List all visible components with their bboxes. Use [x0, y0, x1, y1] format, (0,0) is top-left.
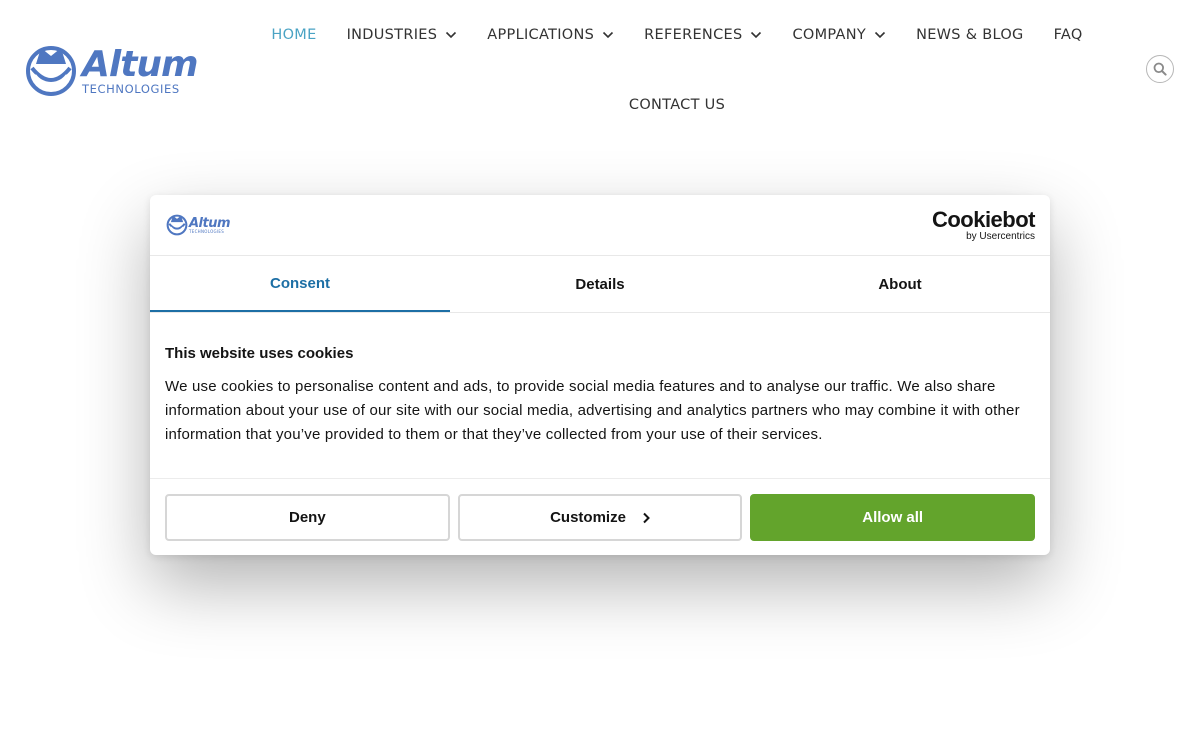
chevron-down-icon [603, 31, 614, 39]
nav-item-label: CONTACT US [628, 97, 726, 113]
cookiebot-byline: by Usercentrics [966, 231, 1035, 242]
customize-button-label: Customize [550, 509, 626, 526]
tab-about[interactable]: About [750, 256, 1050, 312]
nav-item-contact-us[interactable]: CONTACT US [614, 97, 740, 113]
altum-logo-icon [26, 46, 76, 96]
chevron-down-icon [446, 31, 457, 39]
cookiebot-logo[interactable]: Cookiebot by Usercentrics [931, 207, 1036, 242]
nav-item-label: APPLICATIONS [487, 27, 595, 43]
nav-item-label: REFERENCES [644, 27, 743, 43]
site-logo[interactable]: Altum TECHNOLOGIES [24, 42, 204, 100]
main-navigation: HOME INDUSTRIES APPLICATIONS REFERENCES … [242, 0, 1112, 140]
tab-consent[interactable]: Consent [150, 256, 450, 312]
nav-row-2: CONTACT US [242, 70, 1112, 140]
nav-item-label: HOME [271, 27, 317, 43]
allow-all-button-label: Allow all [862, 509, 924, 526]
nav-item-label: NEWS & BLOG [916, 27, 1024, 43]
dialog-title: This website uses cookies [165, 345, 354, 362]
dialog-body: This website uses cookies We use cookies… [150, 313, 1050, 446]
nav-item-references[interactable]: REFERENCES [629, 27, 777, 43]
chevron-down-icon [751, 31, 762, 39]
tab-details[interactable]: Details [450, 256, 750, 312]
dialog-site-logo: Altum TECHNOLOGIES [166, 214, 231, 236]
search-icon [1153, 62, 1167, 76]
search-button[interactable] [1146, 55, 1174, 83]
nav-item-home[interactable]: HOME [256, 27, 331, 43]
dialog-footer: Deny Customize Allow all [150, 478, 1050, 555]
nav-item-label: FAQ [1053, 27, 1083, 43]
deny-button[interactable]: Deny [165, 494, 450, 541]
nav-row-1: HOME INDUSTRIES APPLICATIONS REFERENCES … [242, 0, 1112, 70]
cookie-consent-dialog: Altum TECHNOLOGIES Cookiebot by Usercent… [150, 195, 1050, 555]
logo-wordmark: Altum [82, 43, 199, 85]
cookiebot-wordmark: Cookiebot [931, 207, 1036, 232]
allow-all-button[interactable]: Allow all [750, 494, 1036, 541]
dialog-logo-wordmark: Altum [189, 215, 231, 231]
logo-subtitle: TECHNOLOGIES [82, 81, 180, 96]
chevron-down-icon [874, 31, 886, 39]
dialog-header: Altum TECHNOLOGIES Cookiebot by Usercent… [150, 195, 1050, 256]
altum-logo-icon [166, 214, 188, 236]
nav-item-label: COMPANY [792, 27, 867, 43]
nav-item-applications[interactable]: APPLICATIONS [472, 27, 629, 43]
nav-item-label: INDUSTRIES [346, 27, 438, 43]
chevron-right-icon [643, 512, 650, 523]
nav-item-company[interactable]: COMPANY [777, 27, 901, 43]
dialog-description: We use cookies to personalise content an… [165, 378, 1020, 443]
deny-button-label: Deny [288, 509, 326, 526]
nav-item-news-blog[interactable]: NEWS & BLOG [901, 27, 1039, 43]
dialog-logo-subtitle: TECHNOLOGIES [189, 228, 225, 234]
nav-item-industries[interactable]: INDUSTRIES [332, 27, 473, 43]
nav-item-faq[interactable]: FAQ [1039, 27, 1098, 43]
customize-button[interactable]: Customize [457, 494, 743, 541]
dialog-tabs: Consent Details About [150, 256, 1050, 313]
